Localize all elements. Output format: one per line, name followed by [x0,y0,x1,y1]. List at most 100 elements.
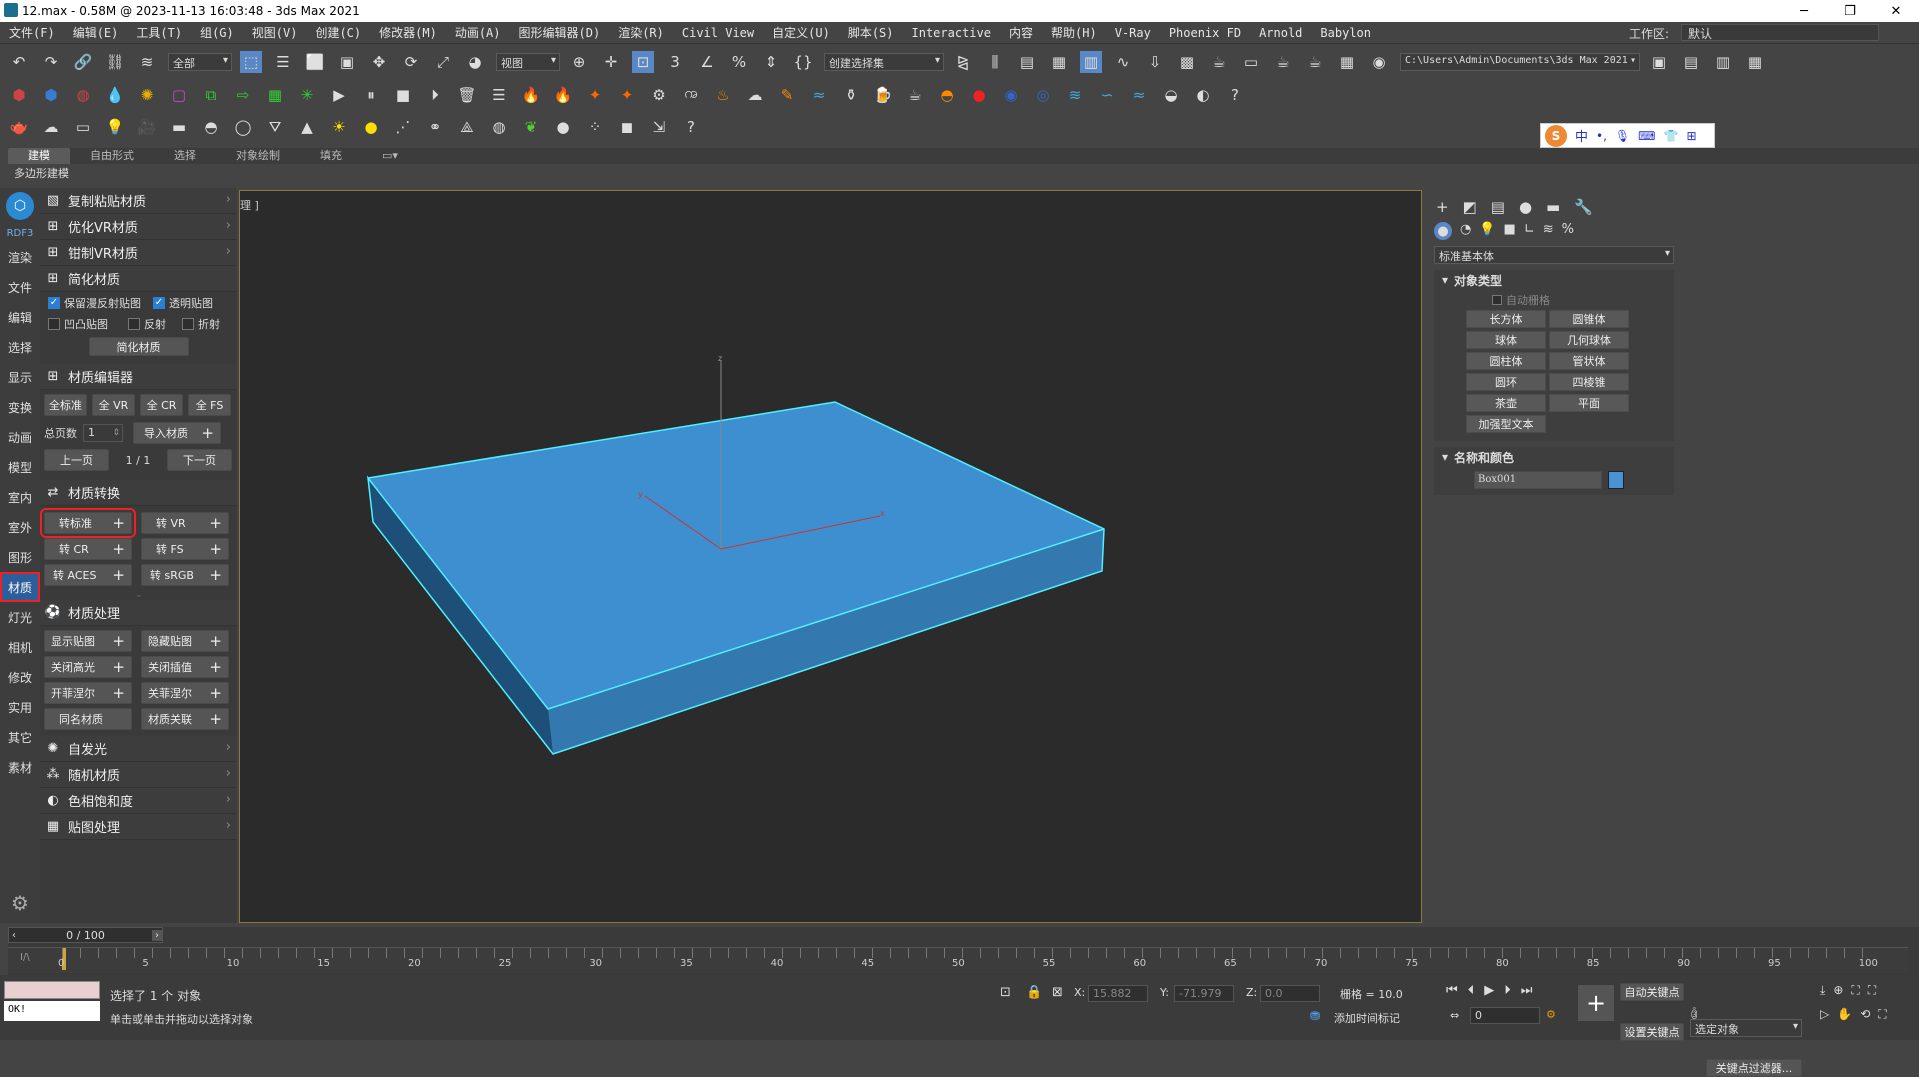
rendered-frame-icon[interactable]: ▭ [1240,51,1262,73]
fire-2-icon[interactable]: 🔥 [552,84,574,106]
menu-interactive[interactable]: Interactive [903,26,1000,40]
tab-selection[interactable]: 选择 [154,148,216,164]
sky-icon[interactable]: ● [360,116,382,138]
ribbon-subtab[interactable]: 多边形建模 [8,165,78,183]
time-slider[interactable]: ‹ 0 / 100 › [8,927,163,943]
maxscript-listener-top[interactable] [4,981,100,999]
rotate-icon[interactable]: ⟳ [400,51,422,73]
object-name-field[interactable]: Box001 [1474,471,1602,489]
wave-1-icon[interactable]: ∽ [1096,84,1118,106]
leftbar-camera[interactable]: 相机 [0,632,40,662]
cloud-fx-icon[interactable]: ☁ [744,84,766,106]
cylinder-button[interactable]: 圆柱体 [1466,352,1546,370]
slider-left-arrow-icon[interactable]: ‹ [9,930,19,941]
water-1-icon[interactable]: ≈ [808,84,830,106]
tube-button[interactable]: 管状体 [1549,352,1629,370]
material-editor-icon[interactable]: ▩ [1176,51,1198,73]
cloud-icon[interactable]: ☁ [40,116,62,138]
show-map-button[interactable]: 显示贴图 + [44,630,132,652]
open-fresnel-button[interactable]: 开菲涅尔 + [44,682,132,704]
textplus-button[interactable]: 加强型文本 [1466,415,1546,433]
undo-icon[interactable]: ↶ [8,51,30,73]
a360-icon[interactable]: ◉ [1368,51,1390,73]
convert-fs-button[interactable]: 转 FS + [141,538,229,560]
drop-icon[interactable]: 💧 [104,84,126,106]
name-color-header[interactable]: ▾ 名称和颜色 [1434,447,1674,467]
field-of-view-icon[interactable]: ▷ [1820,1007,1829,1022]
tab-modeling[interactable]: 建模 [8,148,70,164]
disk-icon[interactable]: ◐ [1192,84,1214,106]
menu-phoenix[interactable]: Phoenix FD [1160,26,1250,40]
plugin-logo-icon[interactable]: ⬡ [0,188,40,224]
cone-button[interactable]: 圆锥体 [1549,310,1629,328]
scale-icon[interactable]: ⤢ [432,51,454,73]
helpers-icon[interactable]: ∟ [1524,222,1535,240]
selection-lock-icon[interactable]: 🔒 [1026,985,1042,1000]
leftbar-material[interactable]: 材质 [0,572,40,602]
zoom-extents-all-icon[interactable]: ⛶ [1868,983,1876,998]
menu-vray[interactable]: V-Ray [1106,26,1160,40]
sphere-light-icon[interactable]: ◯ [232,116,254,138]
link-icon[interactable]: 🔗 [72,51,94,73]
dome-light-icon[interactable]: ◓ [200,116,222,138]
systems-icon[interactable]: % [1562,222,1574,240]
go-to-start-icon[interactable]: ⏮ [1446,983,1458,998]
leftbar-transform[interactable]: 变换 [0,392,40,422]
light-lister-icon[interactable]: 💡 [104,116,126,138]
camera-icon[interactable]: 🎥 [136,116,158,138]
time-config-icon[interactable]: ⚙ [1546,1008,1556,1021]
close-interpolation-button[interactable]: 关闭插值 + [141,656,229,678]
isolate-selection-icon[interactable]: ⊡ [1000,985,1011,1000]
leftbar-select[interactable]: 选择 [0,332,40,362]
leftbar-edit[interactable]: 编辑 [0,302,40,332]
plane-light-icon[interactable]: ▬ [168,116,190,138]
maximize-button[interactable]: ❐ [1827,0,1873,22]
redo-icon[interactable]: ↷ [40,51,62,73]
material-link-button[interactable]: 材质关联 + [141,708,229,730]
convert-vr-button[interactable]: 转 VR + [141,512,229,534]
spacewarps-icon[interactable]: ≋ [1543,222,1554,240]
swirl-icon[interactable]: ꩠ [680,84,702,106]
material-convert-header[interactable]: ⇄ 材质转换 [40,480,237,506]
curve-editor-icon[interactable]: ∿ [1112,51,1134,73]
export-icon[interactable]: ⇲ [648,116,670,138]
pan-icon[interactable]: ✋ [1837,1007,1852,1022]
cube-blue-icon[interactable]: ⬢ [40,84,62,106]
sun-icon[interactable]: ☀ [328,116,350,138]
simplify-material-header[interactable]: ⊞ 简化材质 [40,266,237,292]
lights-icon[interactable]: 💡 [1479,222,1495,240]
convert-standard-button[interactable]: 转标准 + [40,508,136,538]
globe-icon[interactable]: ◎ [1032,84,1054,106]
vray-help-icon[interactable]: ? [680,116,702,138]
utilities-tab-icon[interactable]: 🔧 [1574,198,1593,216]
optimize-vr-header[interactable]: ⊞ 优化VR材质 › [40,214,237,240]
set-key-button[interactable]: 设置关键点 [1620,1023,1684,1041]
sphere-red-icon[interactable]: ◍ [72,84,94,106]
teapot-icon[interactable]: 🫖 [8,116,30,138]
pivot-center-icon[interactable]: ⊕ [568,51,590,73]
workspace-select[interactable]: 默认 [1681,24,1879,41]
named-selection-dropdown[interactable]: 创建选择集 [824,53,944,71]
leftbar-file[interactable]: 文件 [0,272,40,302]
all-standard-button[interactable]: 全标准 [44,394,87,416]
menu-content[interactable]: 内容 [1000,24,1042,41]
prev-page-button[interactable]: 上一页 [44,449,109,471]
decal-icon[interactable]: ◍ [488,116,510,138]
ime-logo-icon[interactable]: S [1545,124,1567,147]
track-bar-menu-icon[interactable]: I/\ [20,952,30,963]
set-key-big-icon[interactable]: + [1578,985,1614,1021]
self-illumination-header[interactable]: ✺ 自发光 › [40,736,237,762]
render-iterative-icon[interactable]: ☕ [1304,51,1326,73]
close-highlight-button[interactable]: 关闭高光 + [44,656,132,678]
track-bar[interactable]: I/\ 0 5 10 15 20 25 30 35 40 45 50 55 60… [8,947,1908,973]
all-cr-button[interactable]: 全 CR [140,394,183,416]
proxy-icon[interactable]: ⚭ [424,116,446,138]
burst-icon[interactable]: ✳ [296,84,318,106]
layer-explorer-icon[interactable]: ▦ [1048,51,1070,73]
cup-icon[interactable]: ☕ [904,84,926,106]
zoom-extents-icon[interactable]: ⛶ [1851,983,1859,998]
convert-srgb-button[interactable]: 转 sRGB + [141,564,229,586]
time-tag-icon[interactable]: ⛃ [1310,1009,1320,1023]
liquid-icon[interactable]: ◒ [1160,84,1182,106]
sphere-button[interactable]: 球体 [1466,331,1546,349]
